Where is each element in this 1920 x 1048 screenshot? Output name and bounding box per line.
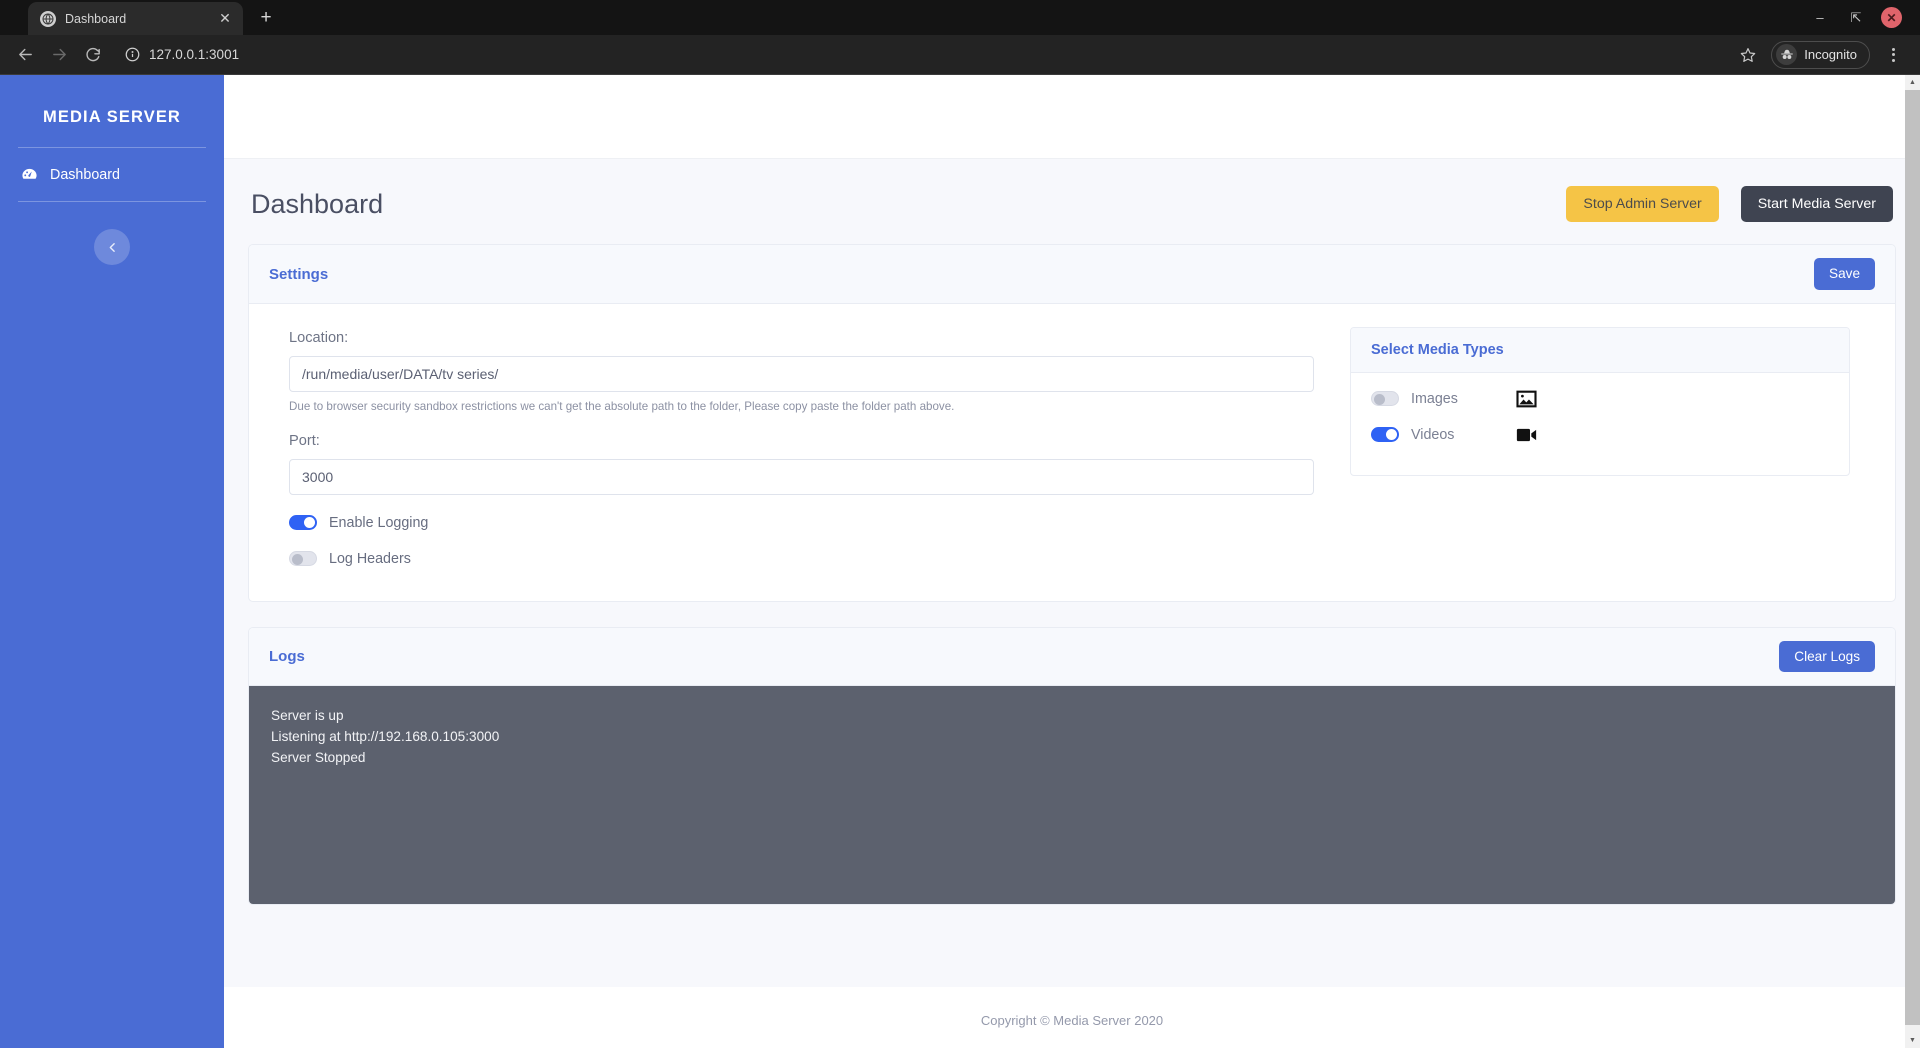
log-line: Listening at http://192.168.0.105:3000 [271, 729, 500, 745]
browser-titlebar: Dashboard ✕ + – ⇱ ✕ [0, 0, 1920, 35]
images-toggle[interactable] [1371, 391, 1399, 407]
chevron-left-icon[interactable] [94, 229, 130, 265]
scroll-up-arrow-icon[interactable]: ▲ [1905, 75, 1920, 90]
sidebar-collapse-wrap [0, 229, 224, 265]
main-content: Dashboard Stop Admin Server Start Media … [224, 159, 1920, 987]
start-media-server-button[interactable]: Start Media Server [1740, 186, 1893, 223]
sidebar-item-label: Dashboard [50, 166, 120, 183]
save-button[interactable]: Save [1814, 258, 1875, 290]
toolbar-right-actions: Incognito [1735, 40, 1910, 69]
sidebar-item-dashboard[interactable]: Dashboard [0, 148, 224, 201]
settings-card: Settings Save Location: Due to browser s… [248, 244, 1896, 602]
logs-card-header: Logs Clear Logs [249, 627, 1895, 687]
settings-card-body: Location: Due to browser security sandbo… [249, 304, 1895, 601]
address-bar-url: 127.0.0.1:3001 [149, 47, 240, 62]
address-bar[interactable]: 127.0.0.1:3001 [112, 41, 1731, 69]
close-icon[interactable]: ✕ [215, 9, 235, 29]
videos-toggle[interactable] [1371, 427, 1399, 443]
star-icon[interactable] [1735, 42, 1761, 68]
scrollbar-thumb[interactable] [1905, 90, 1920, 1025]
profile-label: Incognito [1804, 47, 1857, 62]
image-icon [1516, 389, 1538, 409]
port-label: Port: [289, 432, 320, 449]
window-controls: – ⇱ ✕ [1809, 0, 1912, 35]
stop-admin-server-button[interactable]: Stop Admin Server [1566, 186, 1719, 223]
location-input[interactable] [289, 355, 1314, 392]
location-help-text: Due to browser security sandbox restrict… [289, 399, 955, 413]
settings-form: Location: Due to browser security sandbo… [289, 330, 1314, 567]
minimize-icon[interactable]: – [1809, 7, 1831, 29]
media-type-videos-row[interactable]: Videos [1371, 425, 1829, 445]
scroll-down-arrow-icon[interactable]: ▼ [1905, 1033, 1920, 1048]
maximize-icon[interactable]: ⇱ [1845, 7, 1867, 29]
enable-logging-row[interactable]: Enable Logging [289, 515, 1314, 531]
log-headers-row[interactable]: Log Headers [289, 551, 1314, 567]
arrow-right-icon[interactable] [44, 40, 74, 70]
log-headers-toggle[interactable] [289, 551, 317, 567]
media-types-panel: Select Media Types Images Videos [1350, 326, 1850, 476]
port-input[interactable] [289, 458, 1314, 495]
log-headers-label: Log Headers [329, 550, 411, 567]
enable-logging-label: Enable Logging [329, 514, 429, 531]
videos-label: Videos [1411, 426, 1455, 443]
page-footer: Copyright © Media Server 2020 [224, 987, 1920, 1048]
tachometer-dashboard-icon [20, 165, 39, 184]
media-types-body: Images Videos [1351, 373, 1849, 475]
logs-heading: Logs [269, 648, 305, 666]
page-header-actions: Stop Admin Server Start Media Server [1566, 186, 1893, 223]
page-title: Dashboard [251, 188, 384, 219]
sidebar: MEDIA SERVER Dashboard [0, 75, 224, 1048]
browser-tab[interactable]: Dashboard ✕ [28, 2, 243, 35]
reload-icon[interactable] [78, 40, 108, 70]
globe-icon [40, 10, 56, 27]
kebab-menu-icon[interactable] [1880, 42, 1906, 68]
new-tab-button[interactable]: + [252, 4, 280, 32]
browser-toolbar: 127.0.0.1:3001 Incognito [0, 35, 1920, 75]
browser-window: Dashboard ✕ + – ⇱ ✕ 127.0.0.1:3001 Incog… [0, 0, 1920, 1048]
top-navbar [224, 75, 1920, 159]
page-header: Dashboard Stop Admin Server Start Media … [248, 159, 1896, 244]
location-label: Location: [289, 329, 349, 346]
logs-card: Logs Clear Logs Server is up Listening a… [248, 626, 1896, 906]
log-line: Server is up [271, 708, 344, 724]
incognito-icon [1776, 44, 1798, 65]
media-types-header: Select Media Types [1351, 327, 1849, 373]
enable-logging-toggle[interactable] [289, 515, 317, 531]
media-type-images-row[interactable]: Images [1371, 389, 1829, 409]
content-column: Dashboard Stop Admin Server Start Media … [224, 75, 1920, 1048]
settings-card-header: Settings Save [249, 245, 1895, 304]
logs-output: Server is up Listening at http://192.168… [249, 686, 1895, 905]
page-viewport: MEDIA SERVER Dashboard Dashboard Stop Ad… [0, 75, 1920, 1048]
window-close-icon[interactable]: ✕ [1881, 7, 1902, 28]
log-line: Server Stopped [271, 749, 366, 765]
video-camera-icon [1516, 425, 1538, 445]
page-scrollbar[interactable]: ▲ ▼ [1905, 75, 1920, 1048]
tab-title: Dashboard [65, 11, 127, 26]
arrow-left-icon[interactable] [10, 40, 40, 70]
profile-chip[interactable]: Incognito [1771, 40, 1870, 69]
clear-logs-button[interactable]: Clear Logs [1779, 640, 1875, 673]
images-label: Images [1411, 390, 1458, 407]
media-types-heading: Select Media Types [1371, 341, 1504, 358]
info-circle-icon [124, 47, 140, 63]
sidebar-divider-bottom [18, 201, 206, 202]
sidebar-brand: MEDIA SERVER [43, 108, 181, 126]
settings-heading: Settings [269, 265, 329, 283]
